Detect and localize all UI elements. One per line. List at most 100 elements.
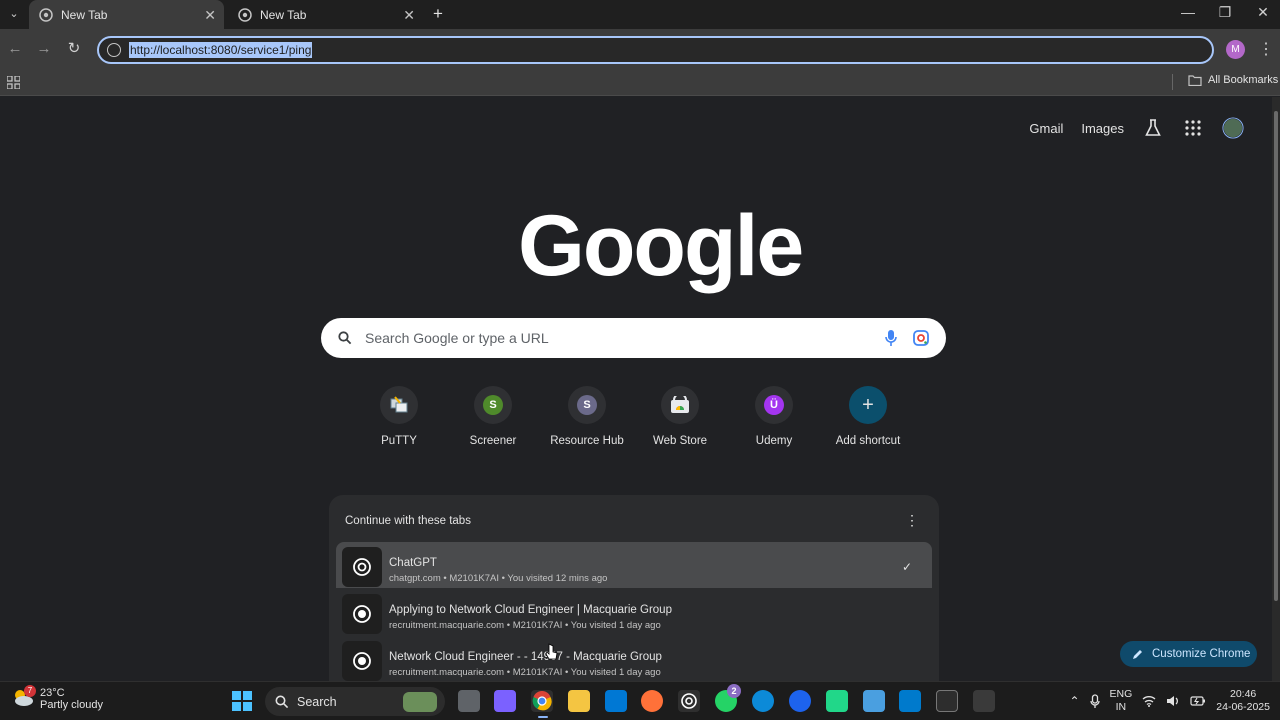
- list-item[interactable]: ChatGPT chatgpt.com • M2101K7AI • You vi…: [336, 542, 932, 588]
- language-indicator[interactable]: ENG IN: [1110, 688, 1133, 714]
- labs-flask-icon[interactable]: [1142, 117, 1164, 139]
- shortcut-web-store[interactable]: Web Store: [633, 386, 727, 447]
- region-code: IN: [1115, 701, 1127, 713]
- docker-icon[interactable]: [789, 690, 811, 712]
- taskbar-search-box[interactable]: Search: [265, 687, 445, 716]
- tab-title: New Tab: [61, 7, 108, 22]
- firefox-icon[interactable]: [641, 690, 663, 712]
- site-info-icon[interactable]: [107, 43, 121, 57]
- continue-tabs-card: Continue with these tabs ⋮ ChatGPT chatg…: [329, 495, 939, 681]
- tab-item-title: ChatGPT: [389, 557, 437, 569]
- search-box[interactable]: Search Google or type a URL: [321, 318, 946, 358]
- close-window-button[interactable]: ✕: [1248, 4, 1278, 24]
- minimize-button[interactable]: —: [1173, 4, 1203, 24]
- page-scrollbar[interactable]: [1272, 97, 1280, 681]
- folder-icon: [1188, 74, 1202, 86]
- tab-search-chevron-icon[interactable]: ⌄: [4, 4, 24, 24]
- shortcut-label: PuTTY: [381, 435, 417, 447]
- toolbar: ← → ↻ http://localhost:8080/service1/pin…: [0, 29, 1280, 70]
- search-placeholder: Search Google or type a URL: [365, 330, 549, 346]
- search-icon: [275, 695, 289, 708]
- tab-item-subtitle: recruitment.macquarie.com • M2101K7AI • …: [389, 667, 661, 678]
- checkmark-icon: ✓: [901, 560, 912, 574]
- gmail-link[interactable]: Gmail: [1029, 121, 1063, 136]
- apps-grid-icon[interactable]: [7, 76, 20, 89]
- vscode-icon[interactable]: [899, 690, 921, 712]
- address-bar[interactable]: http://localhost:8080/service1/ping: [97, 36, 1214, 64]
- chrome-taskbar-icon[interactable]: [531, 690, 553, 712]
- windows-start-icon[interactable]: [232, 691, 252, 711]
- clock-date: 24-06-2025: [1216, 701, 1270, 713]
- clock[interactable]: 20:46 24-06-2025: [1216, 688, 1270, 714]
- shortcut-add[interactable]: + Add shortcut: [821, 386, 915, 447]
- pencil-icon: [1133, 650, 1142, 659]
- tab-item-title: Applying to Network Cloud Engineer | Mac…: [389, 604, 672, 616]
- close-tab-icon[interactable]: ✕: [204, 7, 216, 24]
- google-lens-icon[interactable]: [913, 330, 929, 346]
- edge-icon[interactable]: [752, 690, 774, 712]
- system-tray: ⌃ ENG IN 20:46 24-06-2025: [1069, 688, 1270, 714]
- language-code: ENG: [1109, 688, 1133, 700]
- tab-new-tab-2[interactable]: New Tab ✕: [228, 0, 423, 29]
- microsoft-store-icon[interactable]: [605, 690, 627, 712]
- whatsapp-icon[interactable]: 2: [715, 684, 741, 712]
- chrome-menu-icon[interactable]: ⋮: [1258, 39, 1274, 59]
- scrollbar-thumb[interactable]: [1274, 111, 1278, 601]
- notepad-icon[interactable]: [863, 690, 885, 712]
- chrome-active-indicator: [538, 716, 548, 718]
- microphone-icon[interactable]: [1089, 693, 1100, 709]
- task-view-icon[interactable]: [458, 690, 480, 712]
- tab-item-title: Network Cloud Engineer - - 14967 - Macqu…: [389, 651, 662, 663]
- customize-chrome-label: Customize Chrome: [1152, 648, 1251, 660]
- customize-chrome-button[interactable]: Customize Chrome: [1120, 641, 1257, 667]
- web-store-icon: [661, 386, 699, 424]
- copilot-icon[interactable]: [494, 690, 516, 712]
- file-explorer-icon[interactable]: [568, 690, 590, 712]
- weather-widget[interactable]: 7 23°C Partly cloudy: [12, 685, 103, 711]
- close-tab-icon[interactable]: ✕: [403, 7, 415, 24]
- putty-icon: [380, 386, 418, 424]
- whatsapp-badge: 2: [727, 684, 741, 698]
- all-bookmarks-button[interactable]: All Bookmarks: [1188, 74, 1278, 86]
- shortcut-label: Udemy: [755, 435, 793, 447]
- pycharm-icon[interactable]: [826, 690, 848, 712]
- macquarie-icon: [342, 594, 382, 634]
- battery-icon[interactable]: [1190, 695, 1206, 707]
- reload-button[interactable]: ↻: [64, 39, 84, 59]
- address-text[interactable]: http://localhost:8080/service1/ping: [129, 42, 313, 58]
- back-button[interactable]: ←: [5, 39, 25, 59]
- show-hidden-icons-icon[interactable]: ⌃: [1069, 694, 1079, 708]
- tab-new-tab-1[interactable]: New Tab ✕: [29, 0, 224, 29]
- udemy-icon: Ü: [755, 386, 793, 424]
- tab-item-subtitle: chatgpt.com • M2101K7AI • You visited 12…: [389, 573, 608, 584]
- wifi-icon[interactable]: [1142, 695, 1156, 707]
- shortcut-resource-hub[interactable]: S Resource Hub: [540, 386, 634, 447]
- microphone-icon[interactable]: [885, 329, 897, 347]
- google-account-avatar[interactable]: [1222, 117, 1244, 139]
- new-tab-button[interactable]: +: [433, 4, 443, 24]
- weather-temp: 23°C: [40, 687, 65, 699]
- list-item[interactable]: Network Cloud Engineer - - 14967 - Macqu…: [336, 636, 932, 682]
- google-apps-icon[interactable]: [1182, 117, 1204, 139]
- windows-taskbar: 7 23°C Partly cloudy Search 2 ⌃ ENG IN 2…: [0, 681, 1280, 720]
- tab-strip: ⌄ New Tab ✕ New Tab ✕ + — ❐ ✕: [0, 0, 1280, 29]
- shortcut-label: Web Store: [652, 435, 708, 447]
- volume-icon[interactable]: [1166, 695, 1180, 707]
- shortcut-screener[interactable]: S Screener: [446, 386, 540, 447]
- shortcut-udemy[interactable]: Ü Udemy: [727, 386, 821, 447]
- shortcut-putty[interactable]: PuTTY: [352, 386, 446, 447]
- terminal-icon[interactable]: [936, 690, 958, 712]
- restore-button[interactable]: ❐: [1210, 4, 1240, 24]
- chatgpt-app-icon[interactable]: [678, 690, 700, 712]
- more-options-icon[interactable]: ⋮: [905, 512, 919, 529]
- forward-button[interactable]: →: [34, 39, 54, 59]
- profile-avatar[interactable]: M: [1226, 40, 1245, 59]
- chatgpt-icon: [342, 547, 382, 587]
- taskbar-search-label: Search: [297, 694, 337, 709]
- snipping-tool-icon[interactable]: [973, 690, 995, 712]
- clock-time: 20:46: [1230, 688, 1257, 700]
- bookmarks-bar: All Bookmarks: [0, 70, 1280, 96]
- list-item[interactable]: Applying to Network Cloud Engineer | Mac…: [336, 589, 932, 635]
- images-link[interactable]: Images: [1081, 121, 1124, 136]
- all-bookmarks-label: All Bookmarks: [1208, 74, 1279, 86]
